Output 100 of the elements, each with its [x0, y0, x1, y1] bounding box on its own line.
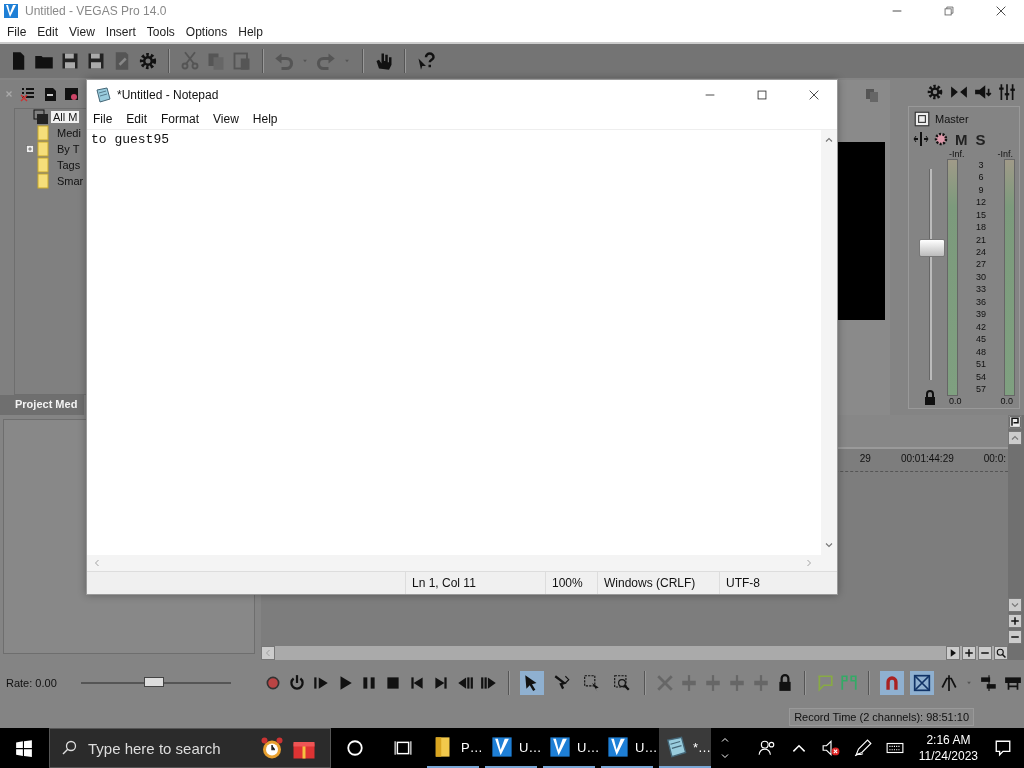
loop-icon[interactable]	[288, 673, 306, 692]
search-icon	[62, 740, 78, 756]
ruler-label: 00:0:	[983, 452, 1006, 466]
fader-handle[interactable]	[918, 239, 945, 258]
panel-tab[interactable]: Project Med	[0, 395, 84, 415]
clock-date[interactable]: 11/24/2023	[918, 748, 978, 764]
ripple-icon[interactable]	[980, 673, 998, 692]
taskbar-button[interactable]: *…	[659, 728, 711, 768]
window-title: Untitled - VEGAS Pro 14.0	[25, 4, 167, 18]
status-cell: 100%	[545, 572, 597, 594]
play-icon[interactable]	[946, 646, 960, 660]
settings-icon[interactable]	[926, 83, 944, 101]
folder-icon	[37, 157, 49, 173]
folder-icon	[37, 173, 49, 189]
marker-flag-icon[interactable]	[1008, 415, 1022, 429]
scale-label: 6	[978, 173, 984, 183]
notification-icon[interactable]	[994, 739, 1012, 757]
zoom-icon[interactable]	[994, 646, 1008, 660]
menu-item[interactable]: Format	[161, 112, 200, 126]
close-icon[interactable]	[994, 4, 1008, 18]
sliders-icon[interactable]	[998, 83, 1016, 101]
level-reading: 0.0	[949, 396, 962, 406]
channel-name: Master	[935, 113, 969, 125]
rate-slider-thumb[interactable]	[144, 676, 165, 687]
pointer-icon[interactable]	[520, 670, 544, 695]
import-icon[interactable]	[42, 86, 58, 102]
magnet-icon[interactable]	[880, 670, 904, 695]
people-icon[interactable]	[757, 739, 776, 757]
tree-item[interactable]: Smar	[55, 175, 86, 187]
list-icon[interactable]	[20, 86, 36, 102]
quantize-icon[interactable]	[910, 670, 934, 695]
app-logo-icon	[491, 736, 513, 758]
hand-icon[interactable]	[374, 51, 394, 71]
menu-item[interactable]: Options	[185, 25, 228, 39]
scale-label: 15	[976, 210, 986, 220]
pen-icon[interactable]	[853, 739, 872, 757]
ruler-label: 00:01:44:29	[900, 452, 954, 466]
status-cell: Ln 1, Col 11	[405, 572, 545, 594]
scale-label: 51	[976, 360, 986, 370]
circle-icon[interactable]	[346, 739, 364, 757]
scale-label: 21	[976, 235, 986, 245]
tree-item[interactable]: All M	[51, 111, 80, 123]
start-icon[interactable]	[15, 739, 33, 757]
zoom-out-icon[interactable]	[1008, 630, 1022, 644]
search-field[interactable]: Type here to search	[86, 738, 252, 758]
fx-icon[interactable]	[933, 131, 949, 147]
menu-item[interactable]: Help	[238, 25, 263, 39]
tree-item[interactable]: Tags	[55, 159, 83, 171]
restore-icon[interactable]	[942, 4, 956, 18]
save-icon[interactable]	[86, 51, 106, 71]
menu-item[interactable]: File	[93, 112, 113, 126]
settings-icon[interactable]	[138, 51, 158, 71]
lock-icon[interactable]	[776, 673, 794, 692]
task-view-icon[interactable]	[394, 739, 412, 757]
scroll-left-icon[interactable]	[261, 646, 275, 660]
marker-icon[interactable]	[816, 673, 834, 692]
record-time-status: Record Time (2 channels): 98:51:10	[789, 707, 974, 726]
text-area[interactable]: to guest95	[87, 130, 821, 555]
scale-label: 48	[976, 347, 986, 357]
menu-item[interactable]: File	[7, 25, 27, 39]
menu-item[interactable]: Insert	[105, 25, 136, 39]
zoom-out-icon[interactable]	[978, 646, 992, 660]
speaker-muted-icon[interactable]	[821, 739, 840, 757]
tree-item[interactable]: Medi	[55, 127, 83, 139]
lock-icon[interactable]	[922, 390, 938, 406]
status-cell: Windows (CRLF)	[597, 572, 719, 594]
menu-item[interactable]: Edit	[37, 25, 59, 39]
alarm-clock-icon[interactable]	[260, 735, 284, 761]
zoom-in-icon[interactable]	[962, 646, 976, 660]
menu-item[interactable]: Edit	[126, 112, 148, 126]
scale-label: 9	[978, 185, 984, 195]
tree-item[interactable]: By T	[55, 143, 82, 155]
menu-item[interactable]: View	[213, 112, 239, 126]
folder-icon	[37, 141, 49, 157]
capture-icon[interactable]	[64, 86, 80, 102]
speaker-icon[interactable]	[974, 83, 992, 101]
menu-item[interactable]: Help	[252, 112, 278, 126]
mute-button[interactable]: M	[953, 130, 970, 148]
scale-label: 57	[976, 385, 986, 395]
solo-button[interactable]: S	[973, 130, 988, 148]
taskbar-button[interactable]: P…	[427, 728, 479, 768]
clock-time[interactable]: 2:16 AM	[926, 732, 971, 748]
save-icon[interactable]	[60, 51, 80, 71]
window-icon[interactable]	[913, 110, 931, 128]
scale-label: 30	[976, 272, 986, 282]
app-logo-icon	[3, 3, 19, 19]
scale-label: 18	[976, 223, 986, 233]
app-logo-icon	[607, 736, 629, 758]
expand-icon[interactable]	[25, 144, 35, 154]
search-box[interactable]: Type here to search	[49, 728, 331, 768]
ruler-label: 29	[859, 452, 871, 466]
zoom-in-icon[interactable]	[1008, 614, 1022, 628]
help-icon[interactable]	[416, 51, 436, 71]
menu-item[interactable]: View	[69, 25, 95, 39]
scale-label: 27	[976, 260, 986, 270]
menu-item[interactable]: Tools	[146, 25, 175, 39]
maximize-icon[interactable]	[755, 87, 769, 102]
pan-icon[interactable]	[913, 131, 929, 147]
window-title: *Untitled - Notepad	[117, 87, 219, 102]
notepad-icon	[665, 736, 687, 758]
